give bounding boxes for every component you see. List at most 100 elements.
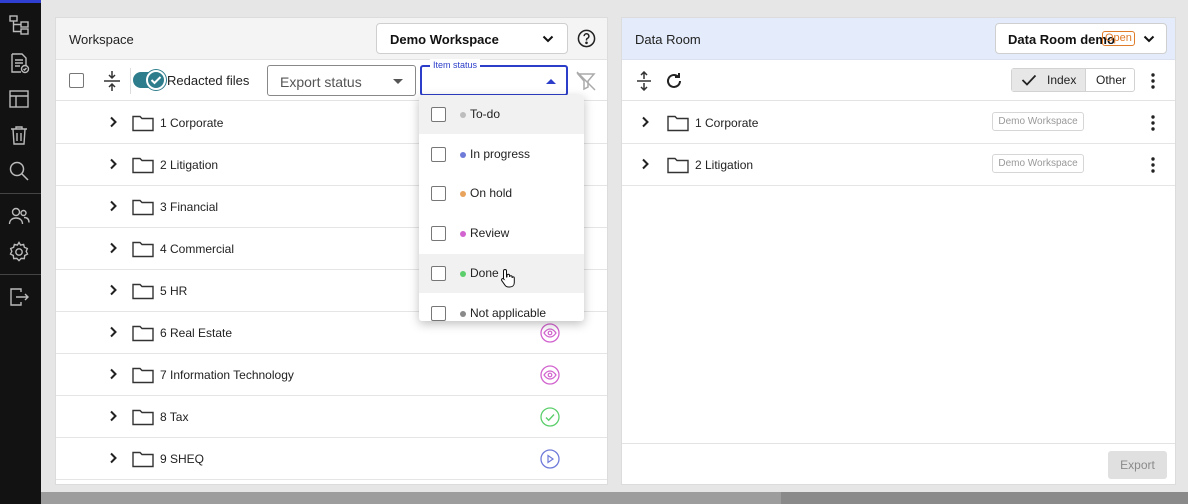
status-option-label: Review [470, 226, 510, 241]
folder-icon [132, 157, 154, 174]
collapse-all-icon[interactable] [100, 69, 124, 93]
item-status-label: Item status [430, 59, 481, 71]
chevron-right-icon[interactable] [106, 157, 120, 171]
review-status-icon [540, 365, 560, 385]
dropdown-caret-icon [546, 79, 556, 84]
source-workspace-tag: Demo Workspace [992, 112, 1084, 131]
status-option-checkbox[interactable] [431, 107, 446, 122]
chevron-right-icon[interactable] [106, 325, 120, 339]
folder-row[interactable]: 7 Information Technology [56, 354, 607, 396]
folder-icon [132, 241, 154, 258]
users-icon[interactable] [8, 205, 30, 227]
room-status-badge: Open [1102, 31, 1135, 46]
status-option-checkbox[interactable] [431, 265, 446, 281]
status-option-checkbox[interactable] [431, 226, 446, 242]
left-nav-rail [0, 0, 41, 504]
data-room-title: Data Room [635, 32, 701, 47]
refresh-icon[interactable] [664, 71, 684, 91]
folder-name: 6 Real Estate [160, 326, 233, 340]
redacted-files-label: Redacted files [167, 73, 250, 88]
chevron-right-icon[interactable] [106, 199, 120, 213]
layout-icon[interactable] [8, 88, 30, 110]
status-option[interactable]: To-do [419, 95, 584, 134]
chevron-right-icon[interactable] [638, 157, 652, 171]
workspace-select[interactable]: Demo Workspace [376, 23, 568, 54]
trash-icon[interactable] [8, 124, 30, 146]
folder-icon [132, 451, 154, 468]
more-options-icon[interactable] [1146, 155, 1160, 175]
chevron-right-icon[interactable] [638, 115, 652, 129]
data-room-select[interactable]: Data Room demo Open [995, 23, 1167, 54]
index-view-button[interactable]: Index [1012, 69, 1086, 91]
redacted-files-toggle[interactable] [133, 70, 166, 90]
rail-divider [0, 274, 41, 275]
dropdown-caret-icon [393, 79, 403, 84]
index-view-label: Index [1047, 73, 1077, 87]
rail-divider [0, 193, 41, 194]
export-status-placeholder: Export status [280, 74, 362, 90]
help-icon[interactable] [577, 29, 596, 48]
export-button[interactable]: Export [1108, 451, 1167, 479]
status-option[interactable]: On hold [419, 174, 584, 213]
export-status-select[interactable]: Export status [267, 65, 416, 96]
folder-icon [132, 115, 154, 132]
done-status-icon [540, 407, 560, 427]
folder-row[interactable]: 1 Corporate Demo Workspace [622, 102, 1175, 144]
status-option-label: To-do [470, 107, 501, 121]
logout-icon[interactable] [8, 286, 30, 308]
view-toggle: Index Other [1011, 68, 1135, 92]
status-option-label: In progress [470, 146, 531, 161]
folder-icon [667, 115, 689, 132]
folder-name: 2 Litigation [695, 158, 754, 172]
rail-accent [0, 0, 41, 3]
status-option[interactable]: Review [419, 214, 584, 253]
search-icon[interactable] [8, 160, 30, 182]
folder-name: 8 Tax [160, 410, 189, 424]
folder-name: 2 Litigation [160, 158, 219, 172]
more-options-icon[interactable] [1146, 113, 1160, 133]
more-options-icon[interactable] [1146, 71, 1160, 91]
status-option-checkbox[interactable] [431, 186, 446, 202]
folder-name: 5 HR [160, 284, 188, 298]
chevron-right-icon[interactable] [106, 451, 120, 465]
item-status-select[interactable]: Item status [420, 59, 568, 96]
other-view-button[interactable]: Other [1086, 69, 1134, 91]
document-check-icon[interactable] [8, 52, 30, 74]
source-workspace-tag: Demo Workspace [992, 154, 1084, 173]
folder-name: 9 SHEQ [160, 452, 205, 466]
chevron-right-icon[interactable] [106, 409, 120, 423]
folder-icon [132, 367, 154, 384]
folder-row[interactable]: 2 Litigation Demo Workspace [622, 144, 1175, 186]
check-icon [1021, 74, 1037, 86]
hierarchy-icon[interactable] [8, 14, 30, 36]
status-option-checkbox[interactable] [431, 305, 446, 321]
chevron-right-icon[interactable] [106, 241, 120, 255]
folder-name: 1 Corporate [160, 116, 224, 130]
chevron-right-icon[interactable] [106, 115, 120, 129]
chevron-right-icon[interactable] [106, 283, 120, 297]
status-color-dot [460, 310, 466, 317]
status-option-checkbox[interactable] [431, 146, 446, 162]
workspace-title: Workspace [69, 32, 134, 47]
clear-filter-icon[interactable] [575, 70, 597, 92]
folder-row[interactable]: 8 Tax [56, 396, 607, 438]
folder-name: 7 Information Technology [160, 368, 294, 382]
settings-icon[interactable] [8, 241, 30, 263]
folder-name: 1 Corporate [695, 116, 759, 130]
folder-icon [132, 199, 154, 216]
review-status-icon [540, 323, 560, 343]
folder-icon [132, 325, 154, 342]
status-option[interactable]: Not applicable [419, 294, 584, 322]
select-all-checkbox[interactable] [69, 73, 84, 88]
expand-all-icon[interactable] [634, 71, 654, 91]
folder-icon [132, 283, 154, 300]
folder-row[interactable]: 9 SHEQ [56, 438, 607, 480]
chevron-right-icon[interactable] [106, 367, 120, 381]
status-option-label: On hold [470, 186, 513, 201]
toolbar-divider [130, 68, 131, 94]
status-option[interactable]: In progress [419, 135, 584, 174]
toggle-knob [146, 70, 166, 90]
workspace-select-value: Demo Workspace [390, 32, 499, 47]
data-room-panel: Data Room Data Room demo Open Index Othe… [621, 17, 1176, 485]
check-icon [150, 76, 162, 85]
